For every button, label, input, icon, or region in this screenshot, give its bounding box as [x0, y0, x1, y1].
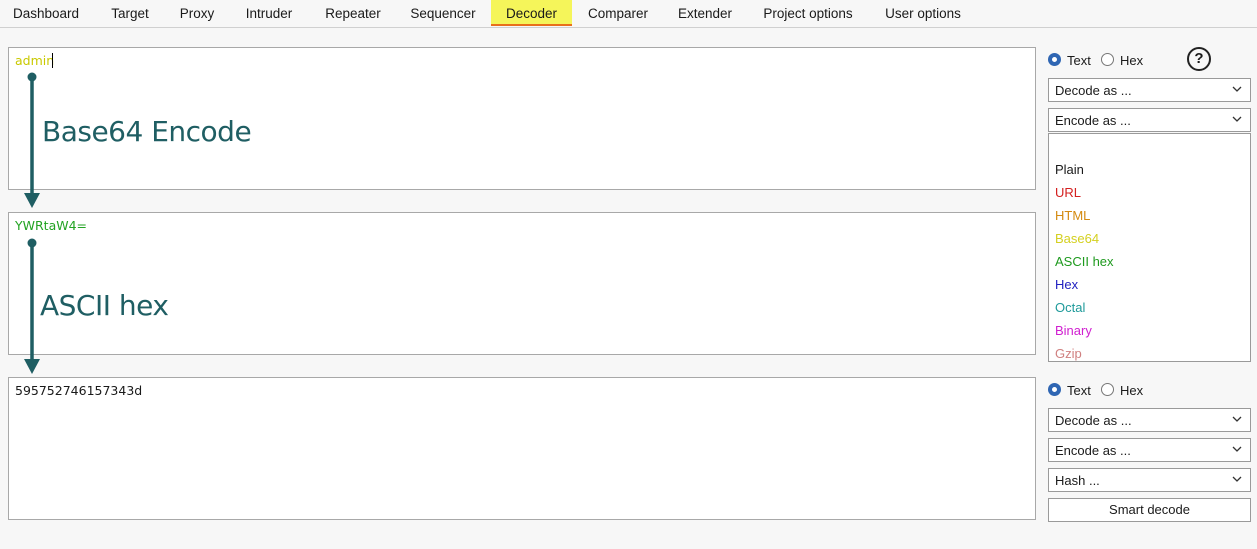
chevron-down-icon: [1232, 446, 1242, 452]
decode-as-label: Decode as ...: [1055, 413, 1132, 428]
dropdown-option-plain[interactable]: Plain: [1055, 162, 1084, 177]
hex-radio-label: Hex: [1120, 53, 1144, 68]
encode-as-select-1[interactable]: Encode as ...: [1048, 108, 1251, 132]
encode-as-label: Encode as ...: [1055, 113, 1131, 128]
format-radio-group-3: Text Hex: [1048, 381, 1168, 401]
decode-as-select-1[interactable]: Decode as ...: [1048, 78, 1251, 102]
dropdown-option-gzip[interactable]: Gzip: [1055, 346, 1082, 361]
hex-radio[interactable]: [1101, 383, 1114, 396]
chevron-down-icon: [1232, 86, 1242, 92]
dropdown-option-url[interactable]: URL: [1055, 185, 1081, 200]
hash-select-3[interactable]: Hash ...: [1048, 468, 1251, 492]
format-radio-group-1: Text Hex: [1048, 51, 1168, 71]
decode-as-label: Decode as ...: [1055, 83, 1132, 98]
arrow-1-head: [24, 193, 40, 208]
dropdown-option-ascii-hex[interactable]: ASCII hex: [1055, 254, 1114, 269]
chevron-down-icon: [1232, 476, 1242, 482]
smart-decode-button[interactable]: Smart decode: [1048, 498, 1251, 522]
encode-as-select-3[interactable]: Encode as ...: [1048, 438, 1251, 462]
text-radio-label: Text: [1067, 53, 1091, 68]
text-radio-label: Text: [1067, 383, 1091, 398]
encode-as-dropdown-menu: Plain URL HTML Base64 ASCII hex Hex Octa…: [1048, 133, 1251, 362]
dropdown-option-binary[interactable]: Binary: [1055, 323, 1092, 338]
chevron-down-icon: [1232, 116, 1242, 122]
dropdown-option-base64[interactable]: Base64: [1055, 231, 1099, 246]
dropdown-option-octal[interactable]: Octal: [1055, 300, 1085, 315]
annotation-base64-encode: Base64 Encode: [42, 115, 252, 148]
decode-as-select-3[interactable]: Decode as ...: [1048, 408, 1251, 432]
hex-radio[interactable]: [1101, 53, 1114, 66]
text-radio[interactable]: [1048, 383, 1061, 396]
help-icon[interactable]: ?: [1187, 47, 1211, 71]
encode-as-label: Encode as ...: [1055, 443, 1131, 458]
text-radio[interactable]: [1048, 53, 1061, 66]
hash-label: Hash ...: [1055, 473, 1100, 488]
dropdown-option-html[interactable]: HTML: [1055, 208, 1090, 223]
hex-radio-label: Hex: [1120, 383, 1144, 398]
arrow-2-head: [24, 359, 40, 374]
chevron-down-icon: [1232, 416, 1242, 422]
dropdown-option-hex[interactable]: Hex: [1055, 277, 1078, 292]
annotation-ascii-hex: ASCII hex: [40, 289, 169, 322]
